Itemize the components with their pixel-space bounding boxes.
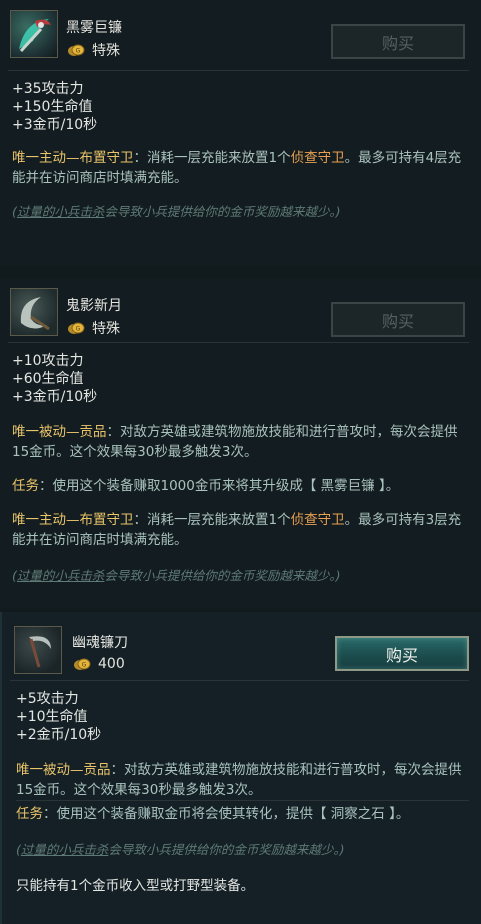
minion-note: (过量的小兵击杀会导致小兵提供给你的金币奖励越来越少。) bbox=[12, 202, 464, 222]
item-card-black-mist-scythe: 黑雾巨镰 G 特殊 购买 +35攻击力 +150生命值 +3金币/10秒 唯一主… bbox=[0, 0, 481, 266]
ability-keyword: 侦查守卫 bbox=[290, 150, 345, 166]
note-link[interactable]: 过量的小兵击杀 bbox=[21, 842, 109, 857]
stat-line: +10生命值 bbox=[16, 709, 88, 725]
quest-text: 任务：使用这个装备赚取1000金币来将其升级成【 黑雾巨镰 】。 bbox=[12, 476, 464, 496]
item-price: 特殊 bbox=[92, 321, 120, 337]
active-ability: 唯一主动—布置守卫：消耗一层充能来放置1个侦查守卫。最多可持有3层充能并在访问商… bbox=[12, 510, 464, 550]
stats-list: +10攻击力 +60生命值 +3金币/10秒 bbox=[12, 352, 97, 406]
item-name: 幽魂镰刀 bbox=[72, 635, 128, 651]
ability-title: 唯一被动—贡品 bbox=[12, 424, 107, 440]
gold-coin-icon: G bbox=[68, 322, 85, 334]
ability-text: ：消耗一层充能来放置1个 bbox=[133, 150, 291, 166]
gold-coin-icon: G bbox=[74, 658, 91, 670]
svg-text:G: G bbox=[76, 48, 81, 55]
item-price: 特殊 bbox=[92, 43, 120, 59]
note-link[interactable]: 过量的小兵击杀 bbox=[17, 568, 105, 583]
item-card-spectral-crescent: 鬼影新月 G 特殊 购买 +10攻击力 +60生命值 +3金币/10秒 唯一被动… bbox=[0, 278, 481, 608]
note-text: 会导致小兵提供给你的金币奖励越来越少。) bbox=[104, 204, 341, 219]
divider bbox=[8, 342, 469, 343]
item-price: 400 bbox=[98, 656, 125, 672]
gold-coin-icon: G bbox=[68, 44, 85, 56]
buy-button[interactable]: 购买 bbox=[335, 636, 469, 671]
note-text: 会导致小兵提供给你的金币奖励越来越少。) bbox=[104, 568, 341, 583]
passive-ability: 唯一被动—贡品：对敌方英雄或建筑物施放技能和进行普攻时，每次会提供15金币。这个… bbox=[12, 422, 464, 462]
item-header: 鬼影新月 G 特殊 购买 bbox=[0, 278, 481, 346]
buy-button[interactable]: 购买 bbox=[331, 24, 465, 59]
divider bbox=[8, 70, 469, 71]
quest-body: ：使用这个装备赚取金币将会使其转化，提供【 洞察之石 】。 bbox=[43, 806, 410, 822]
item-name: 黑雾巨镰 bbox=[66, 20, 122, 36]
limit-text: 只能持有1个金币收入型或打野型装备。 bbox=[16, 878, 255, 894]
ability-title: 唯一主动—布置守卫 bbox=[12, 150, 134, 166]
sickle-icon[interactable] bbox=[14, 626, 62, 674]
svg-text:G: G bbox=[82, 662, 87, 669]
stat-line: +150生命值 bbox=[12, 99, 93, 115]
stats-list: +35攻击力 +150生命值 +3金币/10秒 bbox=[12, 80, 97, 134]
svg-text:G: G bbox=[76, 326, 81, 333]
stat-line: +10攻击力 bbox=[12, 353, 84, 369]
quest-title: 任务 bbox=[12, 478, 39, 494]
minion-note: (过量的小兵击杀会导致小兵提供给你的金币奖励越来越少。) bbox=[16, 840, 468, 860]
stat-line: +35攻击力 bbox=[12, 81, 84, 97]
ability-keyword: 侦查守卫 bbox=[290, 512, 345, 528]
ability-text: ：消耗一层充能来放置1个 bbox=[133, 512, 291, 528]
stat-line: +60生命值 bbox=[12, 371, 84, 387]
price-row: G 特殊 bbox=[66, 40, 120, 60]
note-text: 会导致小兵提供给你的金币奖励越来越少。) bbox=[108, 842, 345, 857]
scythe-icon[interactable] bbox=[10, 10, 58, 58]
item-name: 鬼影新月 bbox=[66, 298, 122, 314]
quest-text: 任务：使用这个装备赚取金币将会使其转化，提供【 洞察之石 】。 bbox=[16, 804, 468, 824]
quest-title: 任务 bbox=[16, 806, 43, 822]
price-row: G 400 bbox=[72, 654, 125, 674]
minion-note: (过量的小兵击杀会导致小兵提供给你的金币奖励越来越少。) bbox=[12, 566, 464, 586]
stat-line: +3金币/10秒 bbox=[12, 117, 98, 133]
stat-line: +5攻击力 bbox=[16, 691, 79, 707]
stat-line: +3金币/10秒 bbox=[12, 389, 98, 405]
stat-line: +2金币/10秒 bbox=[16, 727, 102, 743]
stats-list: +5攻击力 +10生命值 +2金币/10秒 bbox=[16, 690, 101, 744]
item-header: 幽魂镰刀 G 400 购买 bbox=[2, 612, 481, 680]
passive-ability: 唯一被动—贡品：对敌方英雄或建筑物施放技能和进行普攻时，每次会提供15金币。这个… bbox=[16, 760, 468, 800]
ability-title: 唯一主动—布置守卫 bbox=[12, 512, 134, 528]
active-ability: 唯一主动—布置守卫：消耗一层充能来放置1个侦查守卫。最多可持有4层充能并在访问商… bbox=[12, 148, 464, 188]
divider bbox=[10, 680, 469, 681]
ability-title: 唯一被动—贡品 bbox=[16, 762, 111, 778]
crescent-blade-icon[interactable] bbox=[10, 288, 58, 336]
note-link[interactable]: 过量的小兵击杀 bbox=[17, 204, 105, 219]
item-header: 黑雾巨镰 G 特殊 购买 bbox=[0, 0, 481, 68]
item-card-spectral-sickle: 幽魂镰刀 G 400 购买 +5攻击力 +10生命值 +2金币/10秒 唯一被动… bbox=[0, 612, 481, 924]
divider bbox=[16, 800, 469, 801]
buy-button[interactable]: 购买 bbox=[331, 302, 465, 337]
price-row: G 特殊 bbox=[66, 318, 120, 338]
quest-body: ：使用这个装备赚取1000金币来将其升级成【 黑雾巨镰 】。 bbox=[39, 478, 400, 494]
